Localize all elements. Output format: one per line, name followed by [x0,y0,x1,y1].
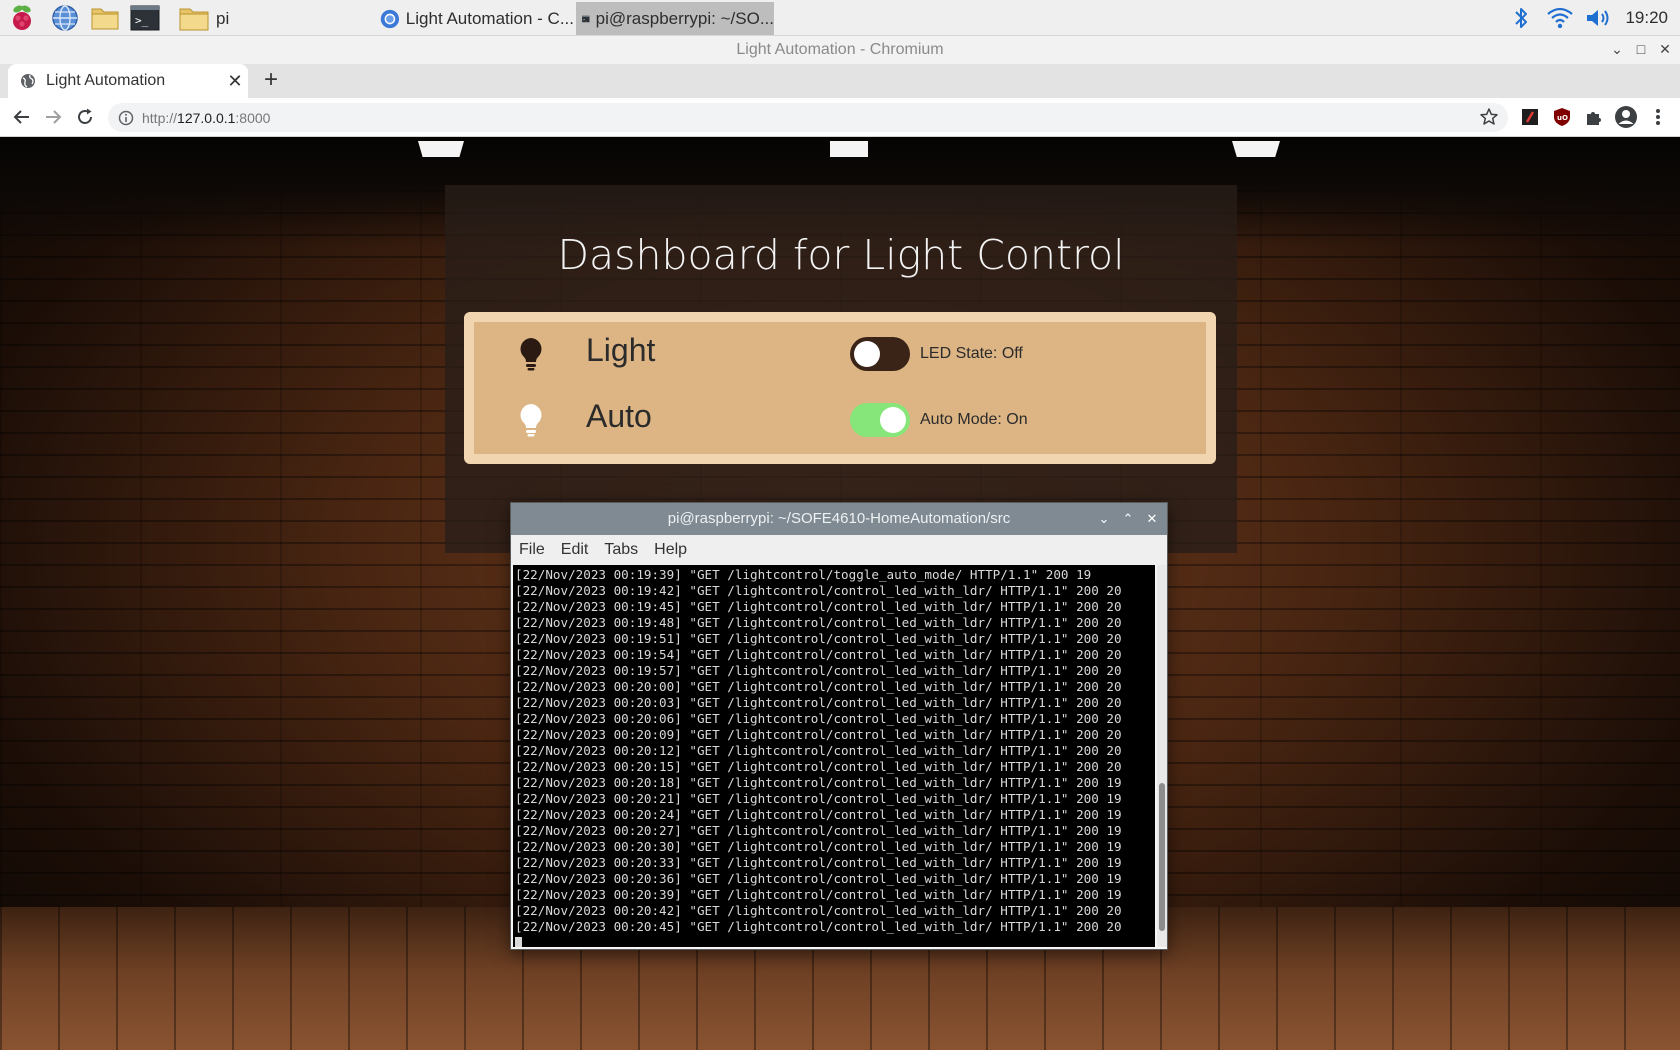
dashboard-title: Dashboard for Light Control [557,231,1125,279]
log-line: [22/Nov/2023 00:20:42] "GET /lightcontro… [515,903,1122,918]
log-line: [22/Nov/2023 00:19:51] "GET /lightcontro… [515,631,1122,646]
log-line: [22/Nov/2023 00:20:33] "GET /lightcontro… [515,855,1122,870]
bluetooth-icon[interactable] [1508,0,1534,36]
web-browser-icon[interactable] [49,3,81,33]
log-line: [22/Nov/2023 00:20:03] "GET /lightcontro… [515,695,1122,710]
auto-mode-toggle[interactable] [850,403,910,437]
log-line: [22/Nov/2023 00:20:27] "GET /lightcontro… [515,823,1122,838]
terminal-window[interactable]: pi@raspberrypi: ~/SOFE4610-HomeAutomatio… [510,502,1168,950]
browser-title-bar: Light Automation - Chromium ⌄ □ ✕ [0,36,1680,64]
globe-icon [21,74,35,88]
log-line: [22/Nov/2023 00:20:12] "GET /lightcontro… [515,743,1122,758]
led-state-text: LED State: Off [920,345,1023,362]
bookmark-star-icon[interactable] [1477,105,1501,129]
forward-button[interactable] [40,104,66,130]
log-line: [22/Nov/2023 00:20:15] "GET /lightcontro… [515,759,1122,774]
extensions-puzzle-icon[interactable] [1582,105,1606,129]
menu-file[interactable]: File [519,541,545,559]
led-toggle[interactable] [850,337,910,371]
log-line: [22/Nov/2023 00:20:18] "GET /lightcontro… [515,775,1122,790]
log-line: [22/Nov/2023 00:19:42] "GET /lightcontro… [515,583,1122,598]
log-line: [22/Nov/2023 00:20:45] "GET /lightcontro… [515,919,1122,934]
auto-state-text: Auto Mode: On [920,411,1028,428]
minimize-icon[interactable]: ⌄ [1608,40,1626,58]
log-line: [22/Nov/2023 00:19:57] "GET /lightcontro… [515,663,1122,678]
log-line: [22/Nov/2023 00:20:39] "GET /lightcontro… [515,887,1122,902]
log-line: [22/Nov/2023 00:19:45] "GET /lightcontro… [515,599,1122,614]
log-line: [22/Nov/2023 00:19:54] "GET /lightcontro… [515,647,1122,662]
log-line: [22/Nov/2023 00:20:21] "GET /lightcontro… [515,791,1122,806]
task-label: pi [216,8,230,28]
maximize-icon[interactable]: □ [1632,40,1650,58]
volume-icon[interactable] [1584,0,1614,36]
terminal-close-icon[interactable]: ✕ [1143,510,1161,528]
log-line: [22/Nov/2023 00:19:48] "GET /lightcontro… [515,615,1122,630]
svg-text:uO: uO [1557,114,1568,122]
wifi-icon[interactable] [1545,0,1575,36]
light-label: Light [586,332,656,368]
terminal-title-bar[interactable]: pi@raspberrypi: ~/SOFE4610-HomeAutomatio… [511,503,1167,535]
log-line: [22/Nov/2023 00:20:36] "GET /lightcontro… [515,871,1122,886]
address-bar[interactable]: http://127.0.0.1:8000 [108,103,1508,132]
ceiling-light [830,141,868,157]
chromium-icon [380,9,400,28]
menu-edit[interactable]: Edit [561,541,589,559]
terminal-icon[interactable]: >_ [129,3,161,33]
task-label: pi@raspberrypi: ~/SO... [595,8,774,28]
tab-light-automation[interactable]: Light Automation ✕ [8,64,248,98]
terminal-cursor [515,937,522,947]
taskbar-task-terminal[interactable]: >_ pi@raspberrypi: ~/SO... [576,2,774,35]
menu-kebab-icon[interactable] [1646,105,1670,129]
url-text: http://127.0.0.1:8000 [142,109,271,126]
extension-red-icon[interactable] [1518,105,1542,129]
menu-help[interactable]: Help [654,541,687,559]
auto-label: Auto [586,398,652,434]
taskbar-task-chromium[interactable]: Light Automation - C... [374,2,574,35]
clock[interactable]: 19:20 [1625,8,1668,28]
log-line: [22/Nov/2023 00:20:06] "GET /lightcontro… [515,711,1122,726]
task-label: Light Automation - C... [405,8,574,28]
lightbulb-on-icon [516,402,546,438]
browser-toolbar: http://127.0.0.1:8000 uO [0,98,1680,137]
svg-text:>_: >_ [135,14,149,27]
close-icon[interactable]: ✕ [1656,40,1674,58]
tab-close-icon[interactable]: ✕ [222,71,248,92]
terminal-output[interactable]: [22/Nov/2023 00:19:39] "GET /lightcontro… [513,565,1155,947]
terminal-maximize-icon[interactable]: ⌃ [1119,510,1137,528]
menu-tabs[interactable]: Tabs [604,541,638,559]
lightbulb-off-icon [516,336,546,372]
svg-text:>_: >_ [583,17,587,21]
log-line: [22/Nov/2023 00:20:30] "GET /lightcontro… [515,839,1122,854]
file-manager-icon[interactable] [89,3,121,33]
terminal-minimize-icon[interactable]: ⌄ [1095,510,1113,528]
ublock-origin-icon[interactable]: uO [1550,105,1574,129]
scrollbar-thumb[interactable] [1159,783,1165,931]
tab-title: Light Automation [46,72,166,89]
taskbar: >_ pi Light Automation - C... >_ pi@rasp… [0,0,1680,36]
terminal-title: pi@raspberrypi: ~/SOFE4610-HomeAutomatio… [667,510,1011,527]
back-button[interactable] [9,104,35,130]
taskbar-task-pi[interactable]: pi [172,2,372,35]
log-line: [22/Nov/2023 00:19:39] "GET /lightcontro… [515,567,1092,582]
raspberry-menu-icon[interactable] [6,3,38,33]
profile-avatar-icon[interactable] [1614,105,1638,129]
reload-button[interactable] [72,104,98,130]
info-icon[interactable] [118,110,134,126]
terminal-menu-bar: File Edit Tabs Help [511,535,1167,565]
window-title: Light Automation - Chromium [736,41,944,58]
tab-strip: Light Automation ✕ + [0,64,1680,98]
terminal-icon: >_ [582,15,590,22]
log-line: [22/Nov/2023 00:20:09] "GET /lightcontro… [515,727,1122,742]
terminal-scrollbar[interactable] [1157,565,1167,947]
new-tab-button[interactable]: + [258,68,284,94]
control-card: Light LED State: Off Auto Auto Mode: On [464,312,1216,464]
ceiling-light [1232,141,1280,157]
log-line: [22/Nov/2023 00:20:00] "GET /lightcontro… [515,679,1122,694]
folder-icon [179,8,209,30]
ceiling-light [418,141,464,157]
log-line: [22/Nov/2023 00:20:24] "GET /lightcontro… [515,807,1122,822]
